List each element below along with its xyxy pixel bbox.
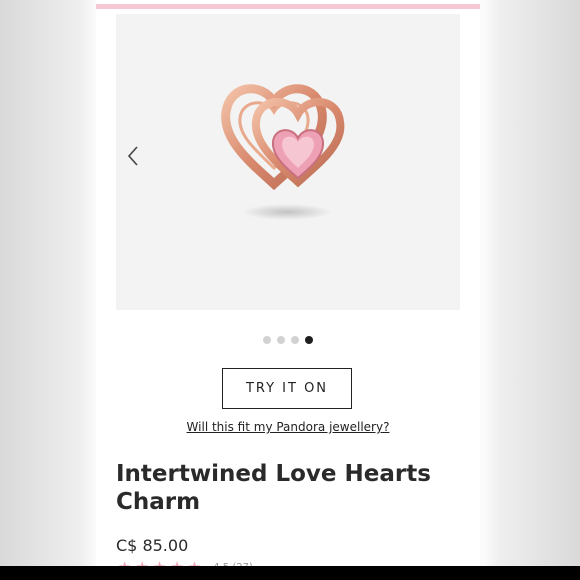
- accent-bar: [96, 4, 480, 9]
- carousel-dot[interactable]: [263, 336, 271, 344]
- chevron-left-icon[interactable]: [122, 145, 144, 167]
- carousel-dot-active[interactable]: [305, 336, 313, 344]
- try-it-on-button[interactable]: TRY IT ON: [222, 368, 352, 409]
- product-title: Intertwined Love Hearts Charm: [116, 461, 431, 515]
- carousel-dot[interactable]: [291, 336, 299, 344]
- product-image-gallery[interactable]: [116, 14, 460, 310]
- carousel-indicator: [96, 336, 480, 346]
- fit-check-link[interactable]: Will this fit my Pandora jewellery?: [96, 420, 480, 434]
- charm-image: [221, 84, 345, 220]
- product-page: TRY IT ON Will this fit my Pandora jewel…: [96, 0, 480, 580]
- product-price: C$ 85.00: [116, 536, 189, 555]
- carousel-dot[interactable]: [277, 336, 285, 344]
- bottom-edge: [0, 566, 580, 580]
